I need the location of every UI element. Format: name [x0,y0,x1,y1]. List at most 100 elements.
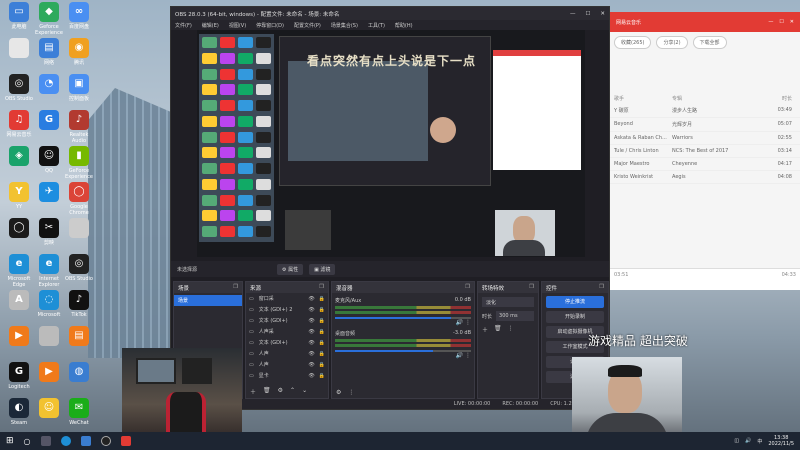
lock-icon[interactable]: 🔒 [319,329,325,335]
app-icon[interactable] [80,436,91,446]
obs-preview[interactable]: 看点突然有点上头说是下一点 [197,30,585,257]
kebab-icon[interactable]: ⋮ [465,352,471,359]
lock-icon[interactable]: 🔒 [319,318,325,324]
collect-button[interactable]: 收藏(265) [614,36,652,49]
duration-input[interactable]: 300 ms [496,311,534,321]
desktop-icon[interactable]: ▮ GeForce Experience [62,146,96,180]
language-indicator[interactable]: 中 [757,438,762,445]
desktop-icon[interactable] [32,326,66,348]
desktop-icon[interactable]: ∞ 百度网盘 [62,2,96,30]
desktop-icon[interactable]: G [32,110,66,132]
song-row[interactable]: Askata & Raban Ch... Warriors 02:55 [610,132,800,145]
music-player-window[interactable]: 网易云音乐 — ☐ ✕ 收藏(265) 分享(2) 下载全部 歌手 专辑 时长 … [610,12,800,290]
settings-icon[interactable]: ⚙ [278,387,283,396]
desktop-icon[interactable]: ◯ [2,218,36,240]
player-bar[interactable]: 03:51 04:33 [610,268,800,290]
close-button[interactable]: ✕ [600,11,605,17]
maximize-icon[interactable]: ☐ [779,19,783,25]
source-item[interactable]: ▭ 文本 (GDI+) 👁 🔒 [246,315,328,326]
desktop-icon[interactable]: ✉ WeChat [62,398,96,426]
dock-menu-icon[interactable]: ❐ [599,284,604,291]
clock[interactable]: 13:38 2022/11/5 [768,435,794,447]
add-icon[interactable]: ＋ [250,387,256,396]
start-icon[interactable]: ⊞ [6,436,14,446]
minimize-icon[interactable]: — [768,19,773,25]
song-row[interactable]: Major Maestro Cheyenne 04:17 [610,158,800,171]
obs-title-bar[interactable]: OBS 28.0.3 (64-bit, windows) - 配置文件: 未命名… [171,7,609,20]
desktop-icon[interactable]: ◈ [2,146,36,168]
task-view-icon[interactable] [40,436,51,446]
network-icon[interactable]: ◫ [734,438,739,444]
desktop-icon[interactable]: ▶ [32,362,66,384]
menu-profile[interactable]: 配置文件(P) [294,22,321,29]
dock-menu-icon[interactable]: ❐ [233,284,238,291]
desktop-icon[interactable] [62,218,96,240]
close-icon[interactable]: ✕ [790,19,794,25]
lock-icon[interactable]: 🔒 [319,362,325,368]
lock-icon[interactable]: 🔒 [319,351,325,357]
desktop-icon[interactable]: ✂ 剪映 [32,218,66,246]
desktop-icon[interactable]: ◍ [62,362,96,384]
volume-slider[interactable] [335,317,471,319]
desktop-icon[interactable]: ☺ QQ [32,146,66,174]
desktop-icon[interactable]: e Microsoft Edge [2,254,36,288]
properties-button[interactable]: ⚙ 属性 [277,263,304,275]
scene-item[interactable]: 场景 [174,295,242,306]
visibility-icon[interactable]: 👁 [308,340,314,346]
kebab-icon[interactable]: ⋮ [348,389,354,396]
desktop-icon[interactable]: ◉ 腾讯 [62,38,96,66]
desktop-icon[interactable]: A [2,290,36,312]
desktop-icon[interactable]: ▶ [2,326,36,348]
volume-icon[interactable]: 🔊 [745,438,751,444]
remove-icon[interactable]: 🗑 [263,387,271,396]
desktop-icon[interactable]: ▣ 控制面板 [62,74,96,102]
song-row[interactable]: Tule / Chris Linton NCS: The Best of 2017… [610,145,800,158]
desktop-icon[interactable]: ▤ 网络 [32,38,66,66]
kebab-icon[interactable]: ⋮ [465,319,471,326]
edge-icon[interactable] [60,436,71,446]
visibility-icon[interactable]: 👁 [308,296,314,302]
obs-icon[interactable] [100,436,111,446]
remove-icon[interactable]: 🗑 [494,325,502,334]
desktop-icon[interactable]: ◔ [32,74,66,96]
filters-button[interactable]: ▣ 滤镜 [309,263,336,275]
lock-icon[interactable]: 🔒 [319,296,325,302]
visibility-icon[interactable]: 👁 [308,318,314,324]
down-icon[interactable]: ⌄ [302,387,307,396]
source-item[interactable]: ▭ 文本 (GDI+) 2 👁 🔒 [246,304,328,315]
transition-select[interactable]: 淡化 [482,297,534,307]
share-button[interactable]: 分享(2) [656,36,688,49]
maximize-button[interactable]: ☐ [585,11,590,17]
desktop-icon[interactable]: ▤ [62,326,96,348]
desktop-icon[interactable]: ◎ OBS Studio [62,254,96,282]
visibility-icon[interactable]: 👁 [308,307,314,313]
song-row[interactable]: Y 碳原 漫步人生路 03:49 [610,104,800,118]
desktop-icon[interactable]: ◐ Steam [2,398,36,426]
desktop-icon[interactable] [2,38,36,60]
column-artist[interactable]: 歌手 [614,95,672,102]
source-item[interactable]: ▭ 文本 (GDI+) 👁 🔒 [246,337,328,348]
desktop-icon[interactable]: ▭ 此电脑 [2,2,36,30]
search-icon[interactable]: ○ [24,437,31,446]
menu-file[interactable]: 文件(F) [175,22,192,29]
source-item[interactable]: ▭ 显卡 👁 🔒 [246,370,328,381]
desktop-icon[interactable]: ◎ OBS Studio [2,74,36,102]
desktop-icon[interactable]: e Internet Explorer [32,254,66,288]
speaker-icon[interactable]: 🔊 [456,352,463,359]
lock-icon[interactable]: 🔒 [319,340,325,346]
stop-streaming-button[interactable]: 停止推流 [546,296,604,308]
desktop-icon[interactable]: ♪ TikTok [62,290,96,318]
column-time[interactable]: 时长 [762,95,792,102]
desktop-icon[interactable]: ☺ [32,398,66,420]
visibility-icon[interactable]: 👁 [308,329,314,335]
dock-menu-icon[interactable]: ❐ [465,284,470,291]
desktop-icon[interactable]: ✈ [32,182,66,204]
desktop-icon[interactable]: ◯ Google Chrome [62,182,96,216]
desktop-icon[interactable]: ♫ 网易云音乐 [2,110,36,138]
dock-menu-icon[interactable]: ❐ [319,284,324,291]
song-row[interactable]: Beyond 光辉岁月 05:07 [610,118,800,132]
menu-scene-collection[interactable]: 场景集合(S) [331,22,358,29]
desktop-icon[interactable]: Y YY [2,182,36,210]
menu-tools[interactable]: 工具(T) [368,22,385,29]
menu-edit[interactable]: 编辑(E) [202,22,219,29]
